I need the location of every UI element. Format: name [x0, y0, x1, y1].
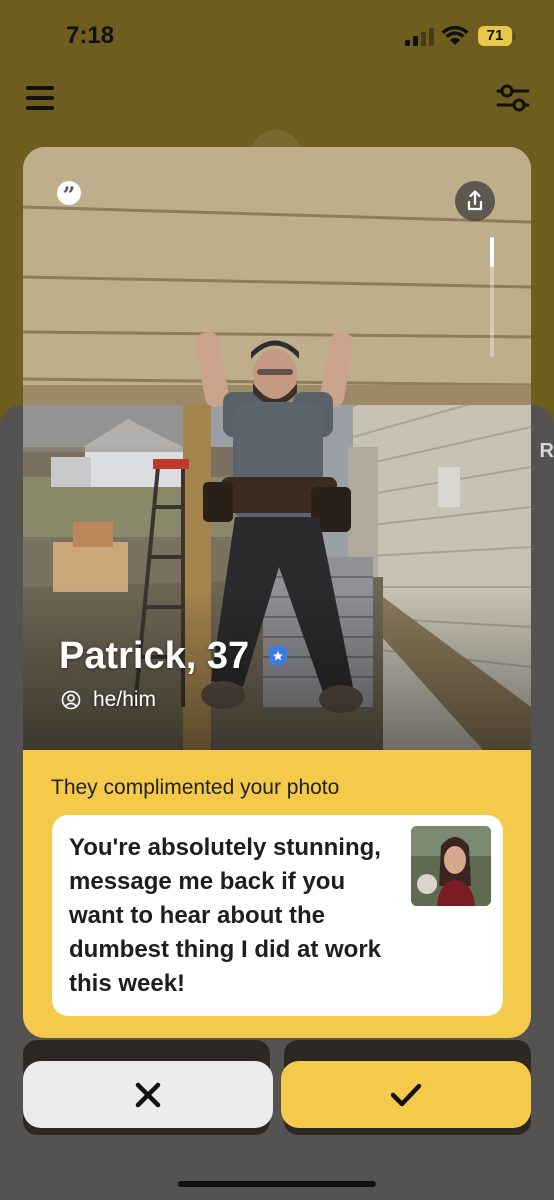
- photo-progress-track: [490, 237, 494, 357]
- photo-progress-fill: [490, 237, 494, 267]
- status-time: 7:18: [66, 22, 115, 49]
- menu-icon[interactable]: [26, 84, 54, 112]
- cellular-signal-icon: [405, 28, 435, 46]
- thumbnail-image: [411, 826, 491, 906]
- check-icon: [390, 1083, 422, 1106]
- status-bar: 7:18 71: [0, 0, 554, 70]
- like-button[interactable]: [281, 1061, 531, 1128]
- pronouns-text: he/him: [93, 688, 157, 711]
- close-icon: [135, 1082, 161, 1107]
- next-card-peek: R: [539, 440, 554, 462]
- wifi-icon: [441, 26, 469, 45]
- compliment-heading: They complimented your photo: [51, 776, 340, 799]
- share-button[interactable]: [455, 181, 495, 221]
- compliment-message: You're absolutely stunning, message me b…: [69, 834, 381, 997]
- profile-card[interactable]: ” Patrick, 37 he/him They complimented y: [23, 147, 531, 1038]
- profile-name-age: Patrick, 37: [59, 635, 250, 677]
- home-indicator: [178, 1181, 376, 1187]
- profile-photo[interactable]: ” Patrick, 37 he/him: [23, 147, 531, 750]
- quote-icon[interactable]: ”: [57, 181, 81, 209]
- compliment-photo-thumbnail[interactable]: [411, 826, 491, 906]
- filter-icon[interactable]: [496, 82, 530, 114]
- share-icon: [467, 190, 483, 211]
- compliment-message-box[interactable]: You're absolutely stunning, message me b…: [52, 815, 503, 1016]
- verified-badge-icon: [269, 645, 287, 667]
- pronouns-row: he/him: [61, 687, 156, 713]
- person-circle-icon: [61, 690, 81, 710]
- pass-button[interactable]: [23, 1061, 273, 1128]
- battery-indicator: 71: [478, 26, 516, 46]
